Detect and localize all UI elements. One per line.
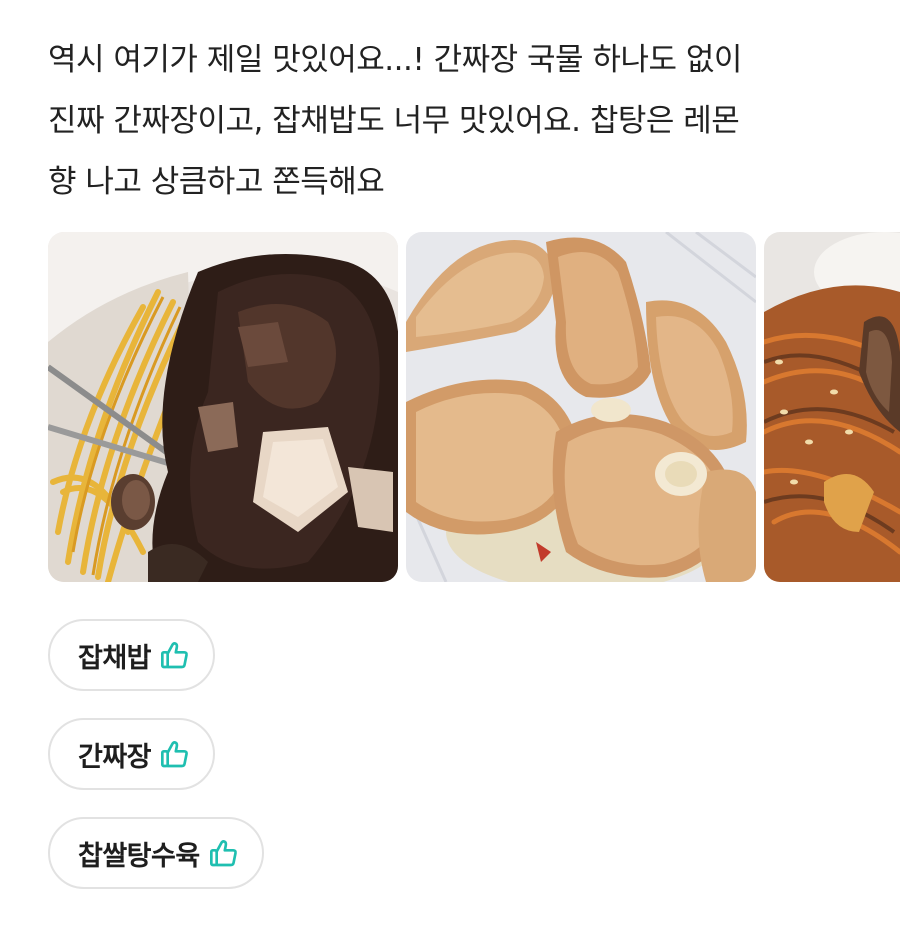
menu-tags: 잡채밥 간짜장 찹쌀탕수육: [48, 619, 264, 916]
japchae-photo[interactable]: [764, 232, 900, 582]
tag-label: 간짜장: [78, 741, 152, 773]
thumbs-up-icon: [159, 639, 191, 671]
jjajang-photo[interactable]: [48, 232, 398, 582]
tangsuyuk-photo[interactable]: [406, 232, 756, 582]
review-line: 진짜 간짜장이고, 잡채밥도 너무 맛있어요. 찹탕은 레몬: [48, 103, 740, 139]
tag-chapssal-tangsuyuk[interactable]: 찹쌀탕수육: [48, 817, 264, 889]
review-text: 역시 여기가 제일 맛있어요...! 간짜장 국물 하나도 없이 진짜 간짜장이…: [48, 30, 858, 213]
tag-ganjjajang[interactable]: 간짜장: [48, 718, 216, 790]
thumbs-up-icon: [208, 837, 240, 869]
thumbs-up-icon: [159, 738, 191, 770]
photo-strip[interactable]: [48, 232, 900, 582]
tag-label: 찹쌀탕수육: [78, 840, 200, 872]
tag-label: 잡채밥: [78, 642, 152, 674]
tag-japchaebap[interactable]: 잡채밥: [48, 619, 216, 691]
review-line: 역시 여기가 제일 맛있어요...! 간짜장 국물 하나도 없이: [48, 42, 742, 78]
review-line: 향 나고 상큼하고 쫀득해요: [48, 164, 385, 200]
